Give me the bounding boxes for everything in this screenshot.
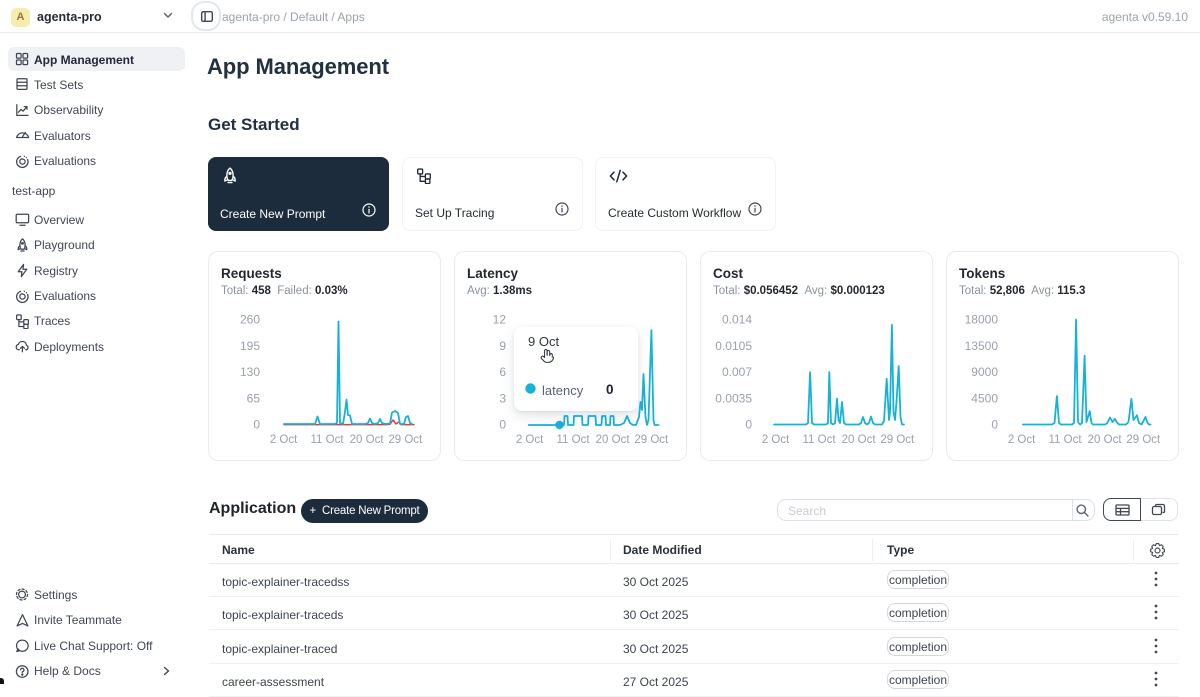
svg-text:3: 3	[499, 391, 506, 405]
svg-text:195: 195	[240, 339, 260, 353]
svg-text:0: 0	[499, 418, 506, 432]
svg-text:29 Oct: 29 Oct	[634, 434, 669, 446]
svg-text:29 Oct: 29 Oct	[880, 434, 915, 446]
svg-text:20 Oct: 20 Oct	[350, 434, 385, 446]
svg-text:11 Oct: 11 Oct	[310, 434, 344, 446]
svg-text:2 Oct: 2 Oct	[762, 434, 790, 446]
svg-text:0: 0	[745, 418, 752, 432]
svg-text:0.0035: 0.0035	[715, 391, 752, 405]
svg-text:0.0105: 0.0105	[715, 339, 752, 353]
svg-text:260: 260	[240, 313, 260, 327]
svg-text:18000: 18000	[965, 313, 999, 327]
svg-text:29 Oct: 29 Oct	[1126, 434, 1161, 446]
svg-text:4500: 4500	[971, 391, 998, 405]
svg-text:0: 0	[253, 418, 260, 432]
svg-text:20 Oct: 20 Oct	[842, 434, 877, 446]
svg-text:11 Oct: 11 Oct	[556, 434, 590, 446]
svg-text:0.007: 0.007	[722, 365, 752, 379]
svg-text:13500: 13500	[965, 339, 999, 353]
svg-text:130: 130	[240, 365, 260, 379]
svg-text:12: 12	[493, 313, 507, 327]
svg-text:2 Oct: 2 Oct	[516, 434, 544, 446]
svg-text:11 Oct: 11 Oct	[802, 434, 836, 446]
svg-text:2 Oct: 2 Oct	[1008, 434, 1036, 446]
svg-text:9: 9	[499, 339, 506, 353]
svg-text:20 Oct: 20 Oct	[1088, 434, 1123, 446]
svg-text:2 Oct: 2 Oct	[270, 434, 298, 446]
svg-text:6: 6	[499, 365, 506, 379]
svg-text:0: 0	[991, 418, 998, 432]
svg-text:11 Oct: 11 Oct	[1048, 434, 1082, 446]
svg-text:20 Oct: 20 Oct	[596, 434, 631, 446]
svg-text:0.014: 0.014	[722, 313, 752, 327]
svg-text:9000: 9000	[971, 365, 998, 379]
svg-text:65: 65	[247, 391, 261, 405]
svg-text:29 Oct: 29 Oct	[388, 434, 423, 446]
